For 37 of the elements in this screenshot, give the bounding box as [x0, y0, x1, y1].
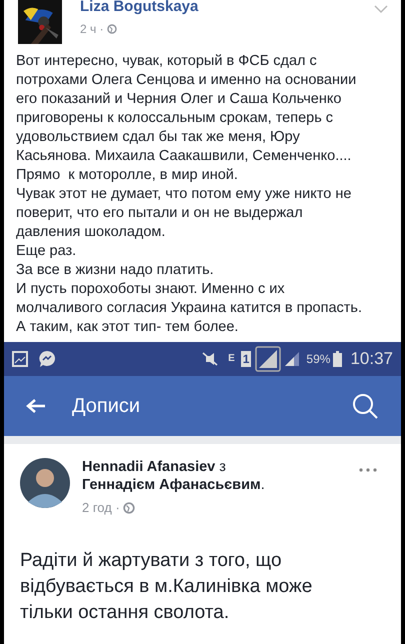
- author-name[interactable]: Hennadii Afanasiev з Геннадієм Афанасьєвим.: [82, 458, 282, 494]
- post-text-line: Еще раз.: [16, 242, 76, 261]
- post-text-line: потрохами Олега Сенцова и именно на основании: [16, 71, 356, 90]
- avatar: [20, 458, 70, 508]
- post-time: 2 ч ·: [80, 21, 105, 38]
- signal-icon: [284, 352, 300, 366]
- battery-icon: [333, 351, 342, 367]
- clock: 10:37: [350, 348, 393, 370]
- post-text-line: Чувак этот не думает, что потом ему уже никто не: [16, 185, 352, 204]
- post-text-line: тільки остання сволота.: [20, 600, 230, 624]
- post-text-line: Прямо к моторолле, в мир иной.: [16, 166, 238, 185]
- post-text-line: приговорены к колоссальным срокам, теперь с: [16, 109, 334, 128]
- more-icon[interactable]: [359, 468, 377, 472]
- author-name[interactable]: Liza Bogutskaya: [80, 0, 198, 16]
- post-text-line: Касьянова. Михаила Саакашвили, Семенченко....: [16, 147, 352, 166]
- signal-icon: [255, 346, 282, 372]
- chat-bubble-icon: [38, 350, 56, 368]
- post-text-line: его показаний и Черния Олег и Саша Кольченко: [16, 90, 342, 109]
- post-text-line: давления шоколадом.: [16, 223, 166, 242]
- post-text-line: За все в жизни надо платить.: [16, 261, 214, 280]
- search-icon[interactable]: [351, 392, 379, 420]
- post-text-line: молчаливого согласия Украина катится в пропасть.: [16, 299, 362, 318]
- post-text-line: И пусть порохоботы знают. Именно с их: [16, 280, 285, 299]
- battery-level: 59%: [306, 351, 330, 368]
- post-text-line: А таким, как этот тип- тем более.: [16, 318, 238, 337]
- post-text-line: удовольствием сдал бы так же меня, Юру: [16, 128, 300, 147]
- post-time: 2 год ·: [82, 499, 121, 517]
- post-text-line: Вот интересно, чувак, который в ФСБ сдал с: [16, 52, 317, 71]
- network-type: E: [228, 354, 235, 364]
- image-icon: [12, 351, 28, 367]
- back-arrow-icon[interactable]: [26, 398, 46, 414]
- mute-icon: [200, 352, 220, 366]
- post-text-line: Радіти й жартувати з того, що: [20, 548, 282, 572]
- sim-indicator: 1: [240, 351, 252, 367]
- screen-title: Дописи: [72, 394, 140, 419]
- post-text-line: відбувається в м.Калинівка може: [20, 574, 312, 598]
- post-text-line: поверит, что его пытали и он не выдержал: [16, 204, 303, 223]
